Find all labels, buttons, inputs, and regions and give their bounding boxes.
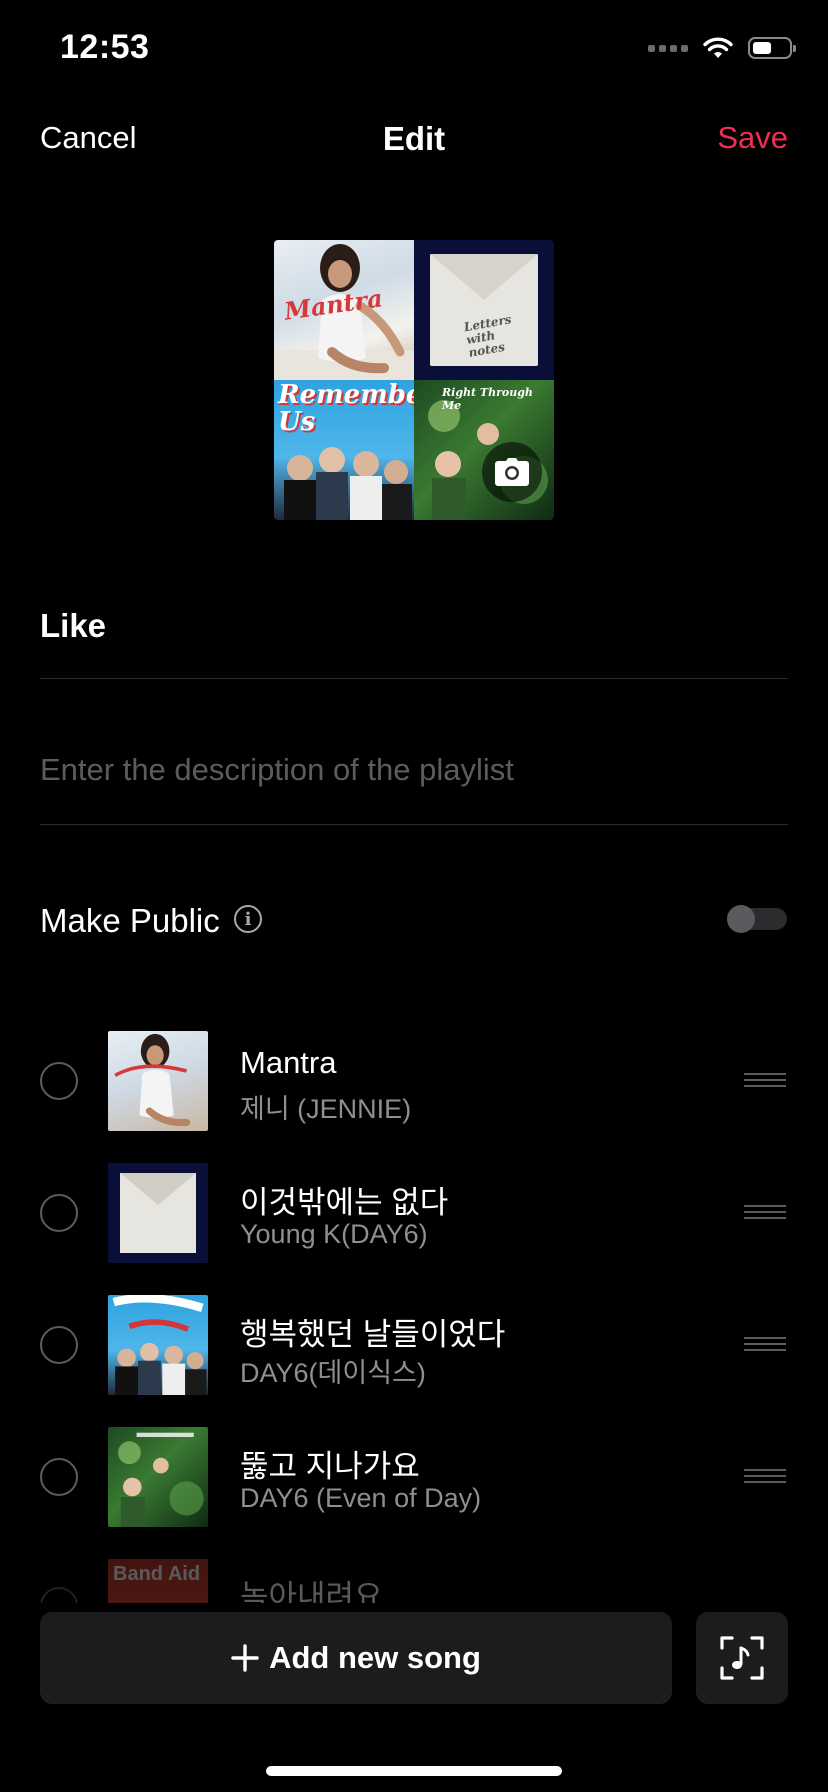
song-thumbnail: [108, 1163, 208, 1263]
status-icons: [648, 36, 796, 60]
song-title: 뚫고 지나가요: [240, 1449, 420, 1484]
home-indicator: [266, 1766, 562, 1776]
plus-icon: [231, 1644, 259, 1672]
cover-tile-right: Right Through Me: [414, 380, 554, 520]
remember-art-text: Remember Us: [278, 380, 414, 437]
wifi-icon: [703, 37, 733, 58]
cover-tile-mantra: Mantra: [274, 240, 414, 380]
mantra-thumb-art: [114, 1033, 191, 1127]
divider: [40, 678, 788, 679]
add-new-song-label: Add new song: [269, 1640, 481, 1675]
song-artist: 제니 (JENNIE): [240, 1094, 412, 1124]
song-thumbnail: [108, 1427, 208, 1527]
camera-icon: [495, 458, 529, 486]
select-radio[interactable]: [40, 1194, 78, 1232]
playlist-cover[interactable]: Mantra Letters with notes Remember Us Ri…: [274, 240, 554, 520]
band-aid-art-text: Band Aid: [113, 1563, 201, 1585]
song-title: 녹아내려요: [240, 1579, 383, 1603]
drag-handle-icon[interactable]: [744, 1073, 786, 1087]
drag-handle-icon[interactable]: [744, 1469, 786, 1483]
remember-thumb-art: [112, 1295, 207, 1395]
song-row[interactable]: 이것밖에는 없다 Young K(DAY6): [0, 1147, 828, 1279]
song-thumbnail: Band Aid: [108, 1559, 208, 1603]
song-artist: DAY6(데이식스): [240, 1358, 426, 1388]
divider: [40, 824, 788, 825]
select-radio[interactable]: [40, 1326, 78, 1364]
song-artist: Young K(DAY6): [240, 1219, 428, 1249]
select-radio[interactable]: [40, 1587, 78, 1603]
page-title: Edit: [382, 120, 446, 157]
cover-tile-letter: Letters with notes: [414, 240, 554, 380]
info-icon[interactable]: i: [234, 905, 262, 933]
song-artist: DAY6 (Even of Day): [240, 1483, 482, 1513]
make-public-label: Make Public: [40, 902, 220, 939]
song-title: 행복했던 날들이었다: [240, 1317, 506, 1352]
right-art-text: Right Through Me: [442, 386, 533, 412]
envelope-flap: [120, 1173, 196, 1205]
song-row[interactable]: Mantra 제니 (JENNIE): [0, 1015, 828, 1147]
song-title: 이것밖에는 없다: [240, 1185, 449, 1220]
song-thumbnail: [108, 1031, 208, 1131]
song-row[interactable]: Band Aid 녹아내려요: [0, 1543, 828, 1603]
battery-icon: [748, 37, 796, 59]
playlist-title-field[interactable]: Like: [40, 607, 106, 645]
make-public-toggle[interactable]: [727, 905, 787, 933]
right-thumb-art: [118, 1432, 204, 1527]
music-recognition-button[interactable]: [696, 1612, 788, 1704]
change-cover-button[interactable]: [482, 442, 542, 502]
description-field[interactable]: [40, 752, 780, 788]
add-new-song-button[interactable]: Add new song: [40, 1612, 672, 1704]
cellular-signal-icon: [648, 44, 688, 52]
song-row[interactable]: 행복했던 날들이었다 DAY6(데이식스): [0, 1279, 828, 1411]
song-title: Mantra: [240, 1045, 337, 1080]
music-scan-icon: [720, 1636, 764, 1680]
drag-handle-icon[interactable]: [744, 1205, 786, 1219]
select-radio[interactable]: [40, 1062, 78, 1100]
drag-handle-icon[interactable]: [744, 1337, 786, 1351]
save-button[interactable]: Save: [717, 120, 788, 156]
cover-tile-remember: Remember Us: [274, 380, 414, 520]
song-thumbnail: [108, 1295, 208, 1395]
status-time: 12:53: [60, 28, 150, 66]
select-radio[interactable]: [40, 1458, 78, 1496]
song-row[interactable]: 뚫고 지나가요 DAY6 (Even of Day): [0, 1411, 828, 1543]
